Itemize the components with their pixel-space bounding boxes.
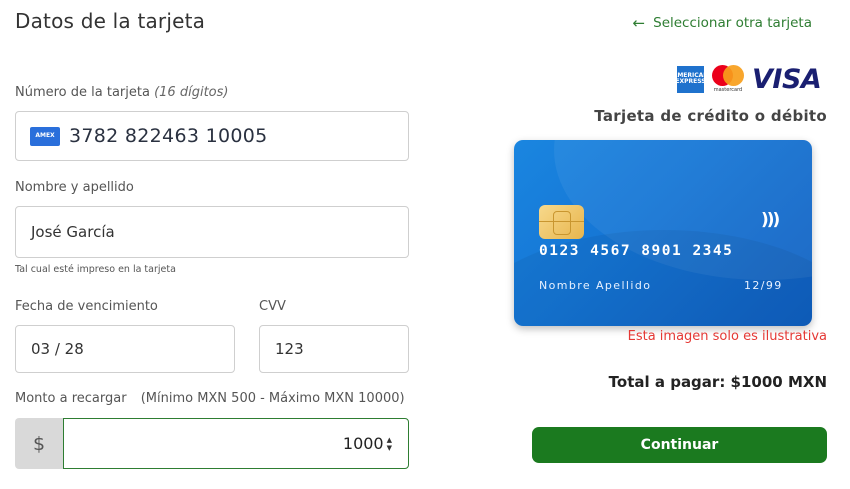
illustrative-disclaimer: Esta imagen solo es ilustrativa	[627, 329, 827, 344]
amount-group: $ 1000 ▲ ▼	[15, 418, 409, 469]
continue-button[interactable]: Continuar	[532, 427, 827, 463]
spinner-down-icon[interactable]: ▼	[387, 444, 392, 452]
expiry-field[interactable]: 03 / 28	[15, 325, 235, 373]
contactless-icon: )))	[761, 210, 780, 230]
currency-addon: $	[15, 418, 63, 469]
expiry-label: Fecha de vencimiento	[15, 299, 158, 314]
mastercard-logo-text: mastercard	[713, 87, 743, 93]
cvv-label: CVV	[259, 299, 286, 314]
amount-input[interactable]: 1000 ▲ ▼	[63, 418, 409, 469]
card-preview: ))) 0123 4567 8901 2345 Nombre Apellido …	[514, 140, 812, 326]
spinner-up-icon[interactable]: ▲	[387, 436, 392, 444]
card-number-label-text: Número de la tarjeta	[15, 85, 150, 100]
amex-card-icon: AMEX	[30, 126, 60, 146]
arrow-left-icon: ←	[632, 13, 646, 32]
name-value: José García	[31, 223, 115, 241]
amex-card-icon-text: AMEX	[35, 132, 55, 139]
amount-label: Monto a recargar (Mínimo MXN 500 - Máxim…	[15, 391, 405, 406]
card-brand-logos: AMERICAN EXPRESS mastercard VISA	[673, 63, 822, 95]
card-preview-holder: Nombre Apellido	[539, 279, 652, 292]
visa-logo: VISA	[752, 63, 822, 95]
name-hint: Tal cual esté impreso en la tarjeta	[15, 264, 176, 275]
cvv-value: 123	[275, 340, 304, 358]
amex-logo-text: AMERICAN EXPRESS	[672, 71, 709, 85]
name-field[interactable]: José García	[15, 206, 409, 258]
card-number-label: Número de la tarjeta (16 dígitos)	[15, 85, 228, 100]
amount-label-text: Monto a recargar	[15, 391, 127, 406]
amount-range: (Mínimo MXN 500 - Máximo MXN 10000)	[140, 391, 405, 406]
select-other-card-label: Seleccionar otra tarjeta	[653, 15, 812, 31]
mastercard-orange-circle	[723, 65, 744, 86]
amount-spinner[interactable]: ▲ ▼	[387, 436, 392, 452]
mastercard-logo: mastercard	[710, 64, 746, 94]
amount-value: 1000	[342, 434, 384, 453]
chip-icon	[539, 205, 584, 239]
page-title: Datos de la tarjeta	[15, 9, 206, 33]
card-type-label: Tarjeta de crédito o débito	[594, 107, 827, 125]
card-number-value: 3782 822463 10005	[69, 125, 268, 147]
card-preview-expiry: 12/99	[744, 279, 783, 292]
card-number-label-hint: (16 dígitos)	[154, 85, 229, 100]
card-number-field[interactable]: AMEX 3782 822463 10005	[15, 111, 409, 161]
select-other-card-link[interactable]: ← Seleccionar otra tarjeta	[633, 15, 812, 31]
name-label: Nombre y apellido	[15, 180, 134, 195]
amex-logo: AMERICAN EXPRESS	[673, 65, 708, 93]
cvv-field[interactable]: 123	[259, 325, 409, 373]
expiry-value: 03 / 28	[31, 340, 84, 358]
total-amount: Total a pagar: $1000 MXN	[608, 373, 827, 391]
card-preview-number: 0123 4567 8901 2345	[539, 243, 734, 259]
